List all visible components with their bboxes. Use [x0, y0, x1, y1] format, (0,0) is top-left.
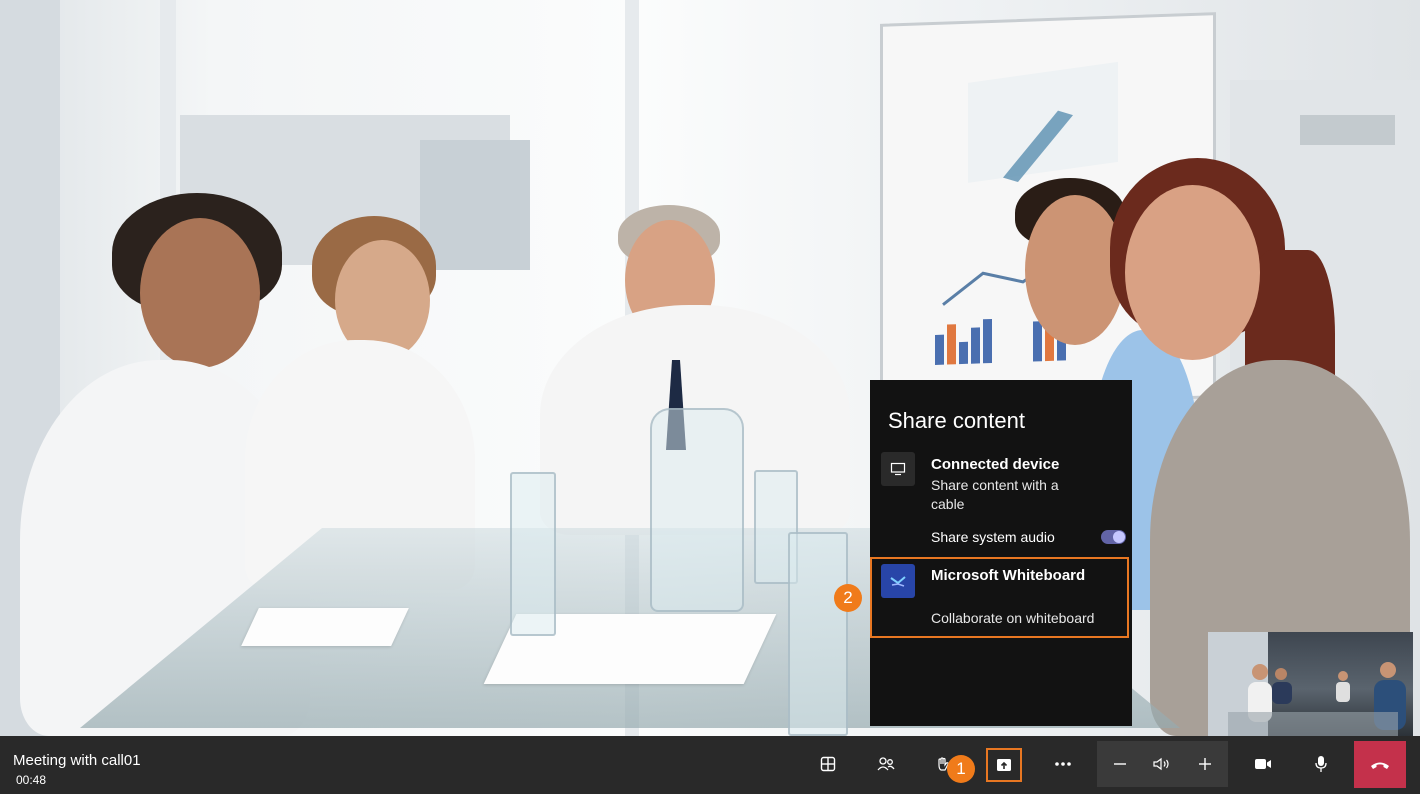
share-system-audio-toggle[interactable] [1101, 530, 1126, 544]
water-pitcher [650, 408, 744, 612]
volume-down-icon [1114, 763, 1126, 765]
share-screen-icon [997, 759, 1011, 771]
water-glass [510, 472, 556, 636]
volume-down-button[interactable] [1103, 747, 1137, 781]
self-view-video[interactable] [1208, 632, 1413, 736]
share-system-audio-label: Share system audio [931, 529, 1055, 545]
camera-icon [1255, 759, 1271, 769]
hang-up-icon [1371, 762, 1389, 769]
connected-device-subtitle: Share content with a cable [931, 477, 1059, 512]
callout-badge-2: 2 [834, 584, 862, 612]
speaker-icon [1153, 757, 1169, 771]
hang-up-button[interactable] [1354, 741, 1406, 788]
whiteboard-icon [881, 564, 915, 598]
callout-badge-1: 1 [947, 755, 975, 783]
share-panel-title: Share content [888, 408, 1025, 433]
meeting-title: Meeting with call01 [13, 752, 141, 769]
main-video-feed [0, 0, 1420, 736]
share-content-button[interactable] [986, 748, 1022, 782]
more-options-button[interactable] [1046, 747, 1080, 781]
layout-button[interactable] [811, 747, 845, 781]
volume-up-icon [1199, 758, 1211, 770]
monitor-icon [881, 452, 915, 486]
city-building [420, 140, 530, 270]
more-icon [1055, 762, 1071, 766]
whiteboard-option[interactable]: Microsoft Whiteboard Collaborate on whit… [870, 557, 1129, 638]
camera-button[interactable] [1246, 747, 1280, 781]
whiteboard-option-subtitle: Collaborate on whiteboard [931, 610, 1095, 626]
self-view-people [1228, 662, 1406, 736]
city-building [1300, 115, 1395, 145]
participants-button[interactable] [869, 747, 903, 781]
speaker-button[interactable] [1145, 747, 1179, 781]
volume-up-button[interactable] [1188, 747, 1222, 781]
volume-control [1097, 741, 1228, 787]
microphone-icon [1315, 756, 1327, 772]
meeting-timer: 00:48 [16, 773, 47, 787]
layout-icon [820, 756, 836, 772]
people-icon [877, 757, 895, 771]
share-content-panel: Share content Connected device Share con… [870, 380, 1132, 726]
whiteboard-option-title: Microsoft Whiteboard [931, 567, 1086, 584]
meeting-toolbar: Meeting with call01 00:48 1 [0, 736, 1420, 794]
water-glass [788, 532, 848, 736]
connected-device-option[interactable]: Connected device [931, 454, 1059, 475]
microphone-button[interactable] [1304, 747, 1338, 781]
document-on-table [241, 608, 409, 646]
